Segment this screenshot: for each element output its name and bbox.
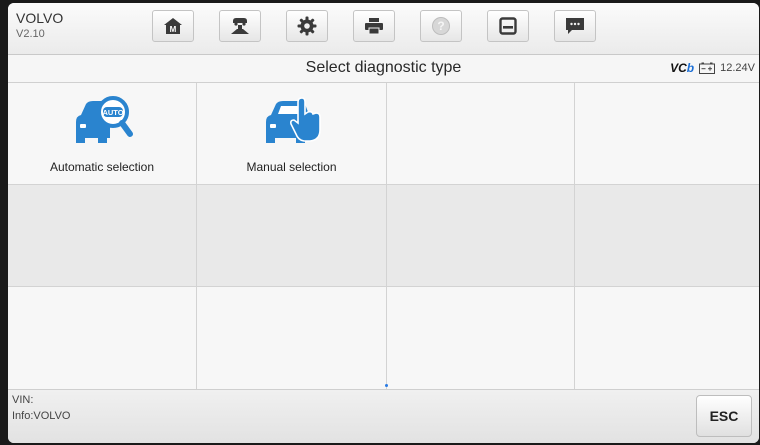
automatic-selection-label: Automatic selection [49, 160, 155, 174]
manual-car-hand-icon [265, 97, 321, 143]
vin-label: VIN: [12, 394, 34, 406]
empty-cell [387, 83, 574, 184]
gear-icon [297, 16, 317, 36]
connection-status: VCb 12.24V [670, 61, 755, 75]
print-button[interactable] [353, 10, 395, 42]
svg-text:M: M [170, 25, 177, 34]
title-bar: Select diagnostic type VCb 12.24V [8, 55, 759, 83]
esc-button[interactable]: ESC [696, 395, 752, 437]
save-button[interactable] [487, 10, 529, 42]
manual-selection-label: Manual selection [246, 160, 337, 174]
home-button[interactable]: M [152, 10, 194, 42]
message-icon [566, 17, 584, 34]
empty-cell [387, 185, 574, 286]
info-label: Info:VOLVO [12, 410, 71, 422]
settings-button[interactable] [286, 10, 328, 42]
vci-prefix: VC [670, 61, 687, 75]
vehicle-lift-button[interactable] [219, 10, 261, 42]
vehicle-info: VIN: Info:VOLVO [12, 392, 71, 424]
vci-indicator: VCb [670, 61, 694, 75]
message-button[interactable] [554, 10, 596, 42]
vehicle-lift-icon [231, 18, 249, 34]
empty-cell [575, 83, 759, 184]
printer-icon [365, 18, 383, 35]
battery-icon [699, 62, 716, 74]
top-toolbar: VOLVO V2.10 M ? [8, 3, 759, 55]
page-title: Select diagnostic type [305, 59, 462, 76]
auto-badge: AUTO [102, 108, 123, 117]
app-screen: VOLVO V2.10 M ? Select diagnostic type V… [8, 3, 759, 443]
empty-cell [197, 185, 386, 286]
automatic-selection-option[interactable]: AUTO Automatic selection [8, 83, 196, 184]
empty-cell [8, 287, 196, 391]
bottom-bar: VIN: Info:VOLVO ESC [8, 389, 759, 443]
empty-cell [197, 287, 386, 391]
software-version: V2.10 [16, 28, 45, 40]
help-icon: ? [432, 17, 450, 35]
diagnostic-type-grid: AUTO Automatic selection Manual selectio… [8, 83, 759, 391]
empty-cell [575, 185, 759, 286]
home-m-icon: M [164, 18, 182, 34]
vehicle-brand: VOLVO V2.10 [16, 10, 63, 40]
empty-cell [387, 287, 574, 391]
manual-selection-option[interactable]: Manual selection [197, 83, 386, 184]
vci-suffix: b [686, 61, 695, 75]
help-button[interactable]: ? [420, 10, 462, 42]
battery-voltage: 12.24V [720, 62, 755, 74]
save-icon [499, 17, 517, 35]
svg-text:?: ? [437, 19, 444, 33]
empty-cell [8, 185, 196, 286]
vehicle-make: VOLVO [16, 10, 64, 26]
empty-cell [575, 287, 759, 391]
scroll-indicator [385, 384, 388, 387]
auto-car-magnifier-icon: AUTO [76, 96, 133, 143]
